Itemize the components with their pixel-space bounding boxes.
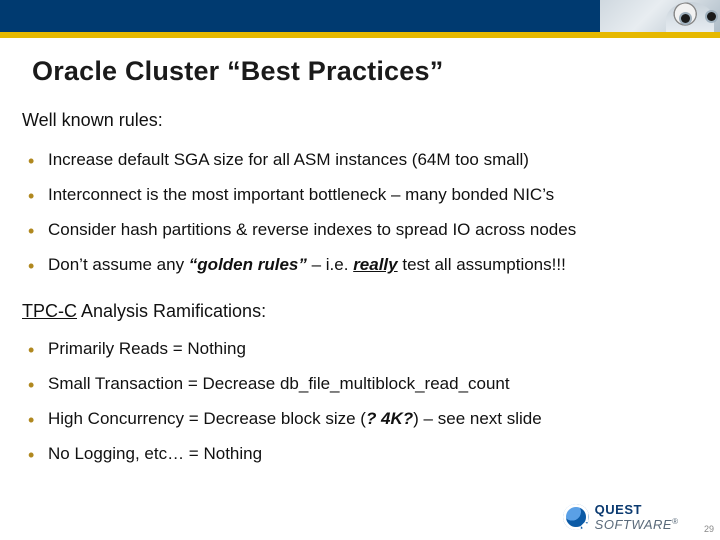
bullets-secondary: Primarily Reads = Nothing Small Transact…	[22, 332, 698, 472]
bullet-text-pre: Don’t assume any	[48, 255, 189, 274]
bullet-text: Primarily Reads = Nothing	[48, 339, 246, 358]
bullet-item: Interconnect is the most important bottl…	[22, 178, 698, 213]
bullet-item: Primarily Reads = Nothing	[22, 332, 698, 367]
logo-text: QUEST SOFTWARE®	[595, 502, 678, 532]
subhead: TPC-C Analysis Ramifications:	[22, 301, 698, 322]
quest-q-icon	[563, 504, 589, 530]
subhead-rest: Analysis Ramifications:	[77, 301, 266, 321]
bullet-text-mid: – i.e.	[307, 255, 353, 274]
bullet-text: Interconnect is the most important bottl…	[48, 185, 554, 204]
bullet-text: Increase default SGA size for all ASM in…	[48, 150, 529, 169]
slide-title: Oracle Cluster “Best Practices”	[32, 56, 443, 87]
bullet-text-pre: High Concurrency = Decrease block size (	[48, 409, 366, 428]
bullet-item: Increase default SGA size for all ASM in…	[22, 143, 698, 178]
banner-stripe	[0, 32, 720, 38]
bullet-em: ? 4K?	[366, 409, 413, 428]
page-number: 29	[704, 524, 714, 534]
bullet-item: High Concurrency = Decrease block size (…	[22, 402, 698, 437]
lead-text: Well known rules:	[22, 110, 698, 131]
subhead-underline: TPC-C	[22, 301, 77, 321]
banner	[0, 0, 720, 38]
bullet-item: Don’t assume any “golden rules” – i.e. r…	[22, 248, 698, 283]
bullets-primary: Increase default SGA size for all ASM in…	[22, 143, 698, 283]
bullet-text: No Logging, etc… = Nothing	[48, 444, 262, 463]
logo-brand-soft: SOFTWARE	[595, 517, 672, 532]
logo-brand-bold: QUEST	[595, 502, 642, 517]
bullet-text-post: ) – see next slide	[413, 409, 542, 428]
bullet-text: Small Transaction = Decrease db_file_mul…	[48, 374, 510, 393]
bullet-item: No Logging, etc… = Nothing	[22, 437, 698, 472]
logo-registered: ®	[672, 517, 678, 526]
slide-body: Well known rules: Increase default SGA s…	[22, 110, 698, 490]
bullet-em-underline: really	[353, 255, 397, 274]
footer-logo: QUEST SOFTWARE®	[563, 502, 678, 532]
bullet-text: Consider hash partitions & reverse index…	[48, 220, 576, 239]
bullet-item: Consider hash partitions & reverse index…	[22, 213, 698, 248]
bullet-item: Small Transaction = Decrease db_file_mul…	[22, 367, 698, 402]
bullet-text-post: test all assumptions!!!	[398, 255, 566, 274]
slide: Oracle Cluster “Best Practices” Well kno…	[0, 0, 720, 540]
bullet-em: “golden rules”	[189, 255, 307, 274]
